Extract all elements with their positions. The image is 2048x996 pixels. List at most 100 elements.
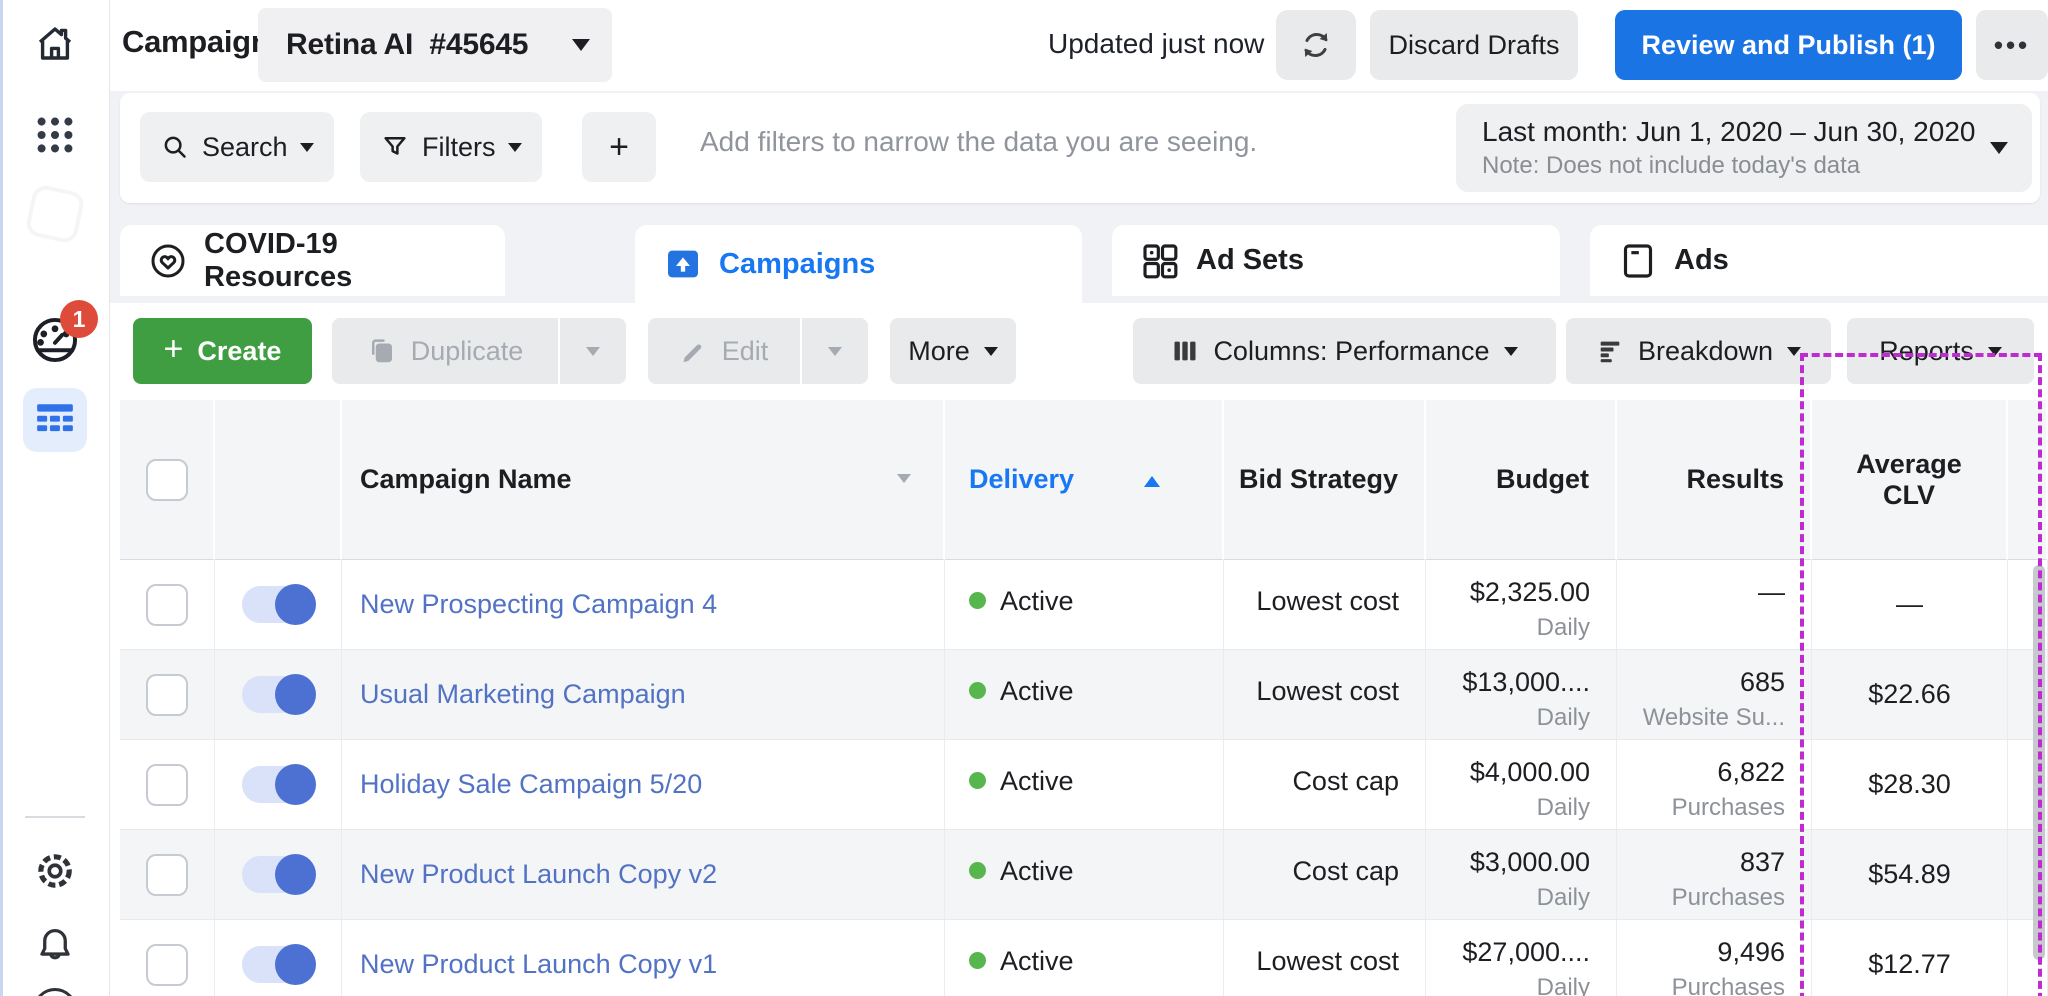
campaign-name-link[interactable]: Usual Marketing Campaign: [360, 679, 686, 710]
campaign-toggle[interactable]: [242, 766, 314, 803]
more-options-button[interactable]: •••: [1976, 10, 2048, 80]
bell-icon[interactable]: [0, 924, 110, 968]
refresh-button[interactable]: [1276, 10, 1356, 80]
campaign-name-link[interactable]: New Prospecting Campaign 4: [360, 589, 717, 620]
bid-strategy-cell: Cost cap: [1224, 830, 1426, 920]
refresh-icon: [1298, 27, 1334, 63]
apps-grid-icon[interactable]: [0, 112, 110, 158]
filter-placeholder[interactable]: Add filters to narrow the data you are s…: [700, 126, 1257, 158]
campaigns-panel: + Create Duplicate Edit More: [110, 303, 2048, 996]
budget-cell: $2,325.00Daily: [1426, 560, 1617, 650]
campaign-toggle[interactable]: [242, 946, 314, 983]
discard-drafts-button[interactable]: Discard Drafts: [1370, 10, 1578, 80]
reports-label: Reports: [1879, 336, 1974, 367]
campaign-name-link[interactable]: Holiday Sale Campaign 5/20: [360, 769, 702, 800]
toggle-knob: [275, 764, 316, 805]
duplicate-dropdown[interactable]: [560, 318, 626, 384]
row-checkbox[interactable]: [146, 584, 188, 626]
edit-button[interactable]: Edit: [648, 318, 800, 384]
table-row: Holiday Sale Campaign 5/20 Active Cost c…: [120, 740, 2048, 830]
review-publish-button[interactable]: Review and Publish (1): [1615, 10, 1962, 80]
date-range-selector[interactable]: Last month: Jun 1, 2020 – Jun 30, 2020 N…: [1456, 104, 2032, 192]
budget-cell: $3,000.00Daily: [1426, 830, 1617, 920]
tab-label: Ads: [1674, 244, 1729, 277]
notification-badge: 1: [60, 300, 98, 338]
home-icon[interactable]: [0, 20, 110, 68]
results-cell: 837Purchases: [1617, 830, 1812, 920]
reports-button[interactable]: Reports: [1847, 318, 2034, 384]
date-range-note: Note: Does not include today's data: [1482, 152, 1990, 180]
average-clv-cell: $12.77: [1812, 920, 2008, 996]
row-checkbox[interactable]: [146, 674, 188, 716]
row-checkbox[interactable]: [146, 854, 188, 896]
results-cell: 9,496Purchases: [1617, 920, 1812, 996]
chevron-down-icon: [572, 39, 590, 51]
add-filter-button[interactable]: +: [582, 112, 656, 182]
active-status-dot: [969, 772, 986, 789]
tab-ads[interactable]: Ads: [1590, 225, 2048, 296]
bid-strategy-cell: Lowest cost: [1224, 920, 1426, 996]
ad-sets-grid-icon: [1140, 241, 1180, 281]
filters-button[interactable]: Filters: [360, 112, 542, 182]
account-name: Retina AI #45645: [286, 28, 528, 62]
bid-strategy-cell: Lowest cost: [1224, 650, 1426, 740]
reporting-table-item-selected[interactable]: [23, 388, 87, 452]
help-icon-partial[interactable]: [33, 988, 77, 996]
chevron-down-icon: [828, 347, 842, 356]
chevron-down-icon: [508, 143, 522, 152]
breakdown-button[interactable]: Breakdown: [1566, 318, 1831, 384]
tab-ad-sets[interactable]: Ad Sets: [1112, 225, 1560, 296]
active-status-dot: [969, 862, 986, 879]
column-header-bid-strategy[interactable]: Bid Strategy: [1224, 400, 1426, 560]
toggle-knob: [275, 944, 316, 985]
budget-cell: $27,000....Daily: [1426, 920, 1617, 996]
campaign-toggle[interactable]: [242, 856, 314, 893]
column-header-delivery[interactable]: Delivery: [945, 400, 1224, 560]
columns-label: Columns: Performance: [1213, 336, 1489, 367]
ads-manager-app: 1 Campaigns: [0, 0, 2048, 996]
create-label: Create: [197, 336, 281, 367]
campaigns-folder-icon: [663, 244, 703, 284]
account-selector[interactable]: Retina AI #45645: [258, 8, 612, 82]
campaign-name-link[interactable]: New Product Launch Copy v2: [360, 859, 717, 890]
table-row: New Prospecting Campaign 4 Active Lowest…: [120, 560, 2048, 650]
tab-campaigns[interactable]: Campaigns: [635, 225, 1082, 303]
search-label: Search: [202, 132, 288, 163]
chevron-down-icon: [1990, 142, 2008, 154]
column-header-average-clv[interactable]: Average CLV: [1812, 400, 2008, 560]
column-header-campaign-name[interactable]: Campaign Name: [342, 400, 945, 560]
more-button[interactable]: More: [890, 318, 1016, 384]
vertical-scrollbar[interactable]: [2033, 565, 2045, 960]
tab-covid-resources[interactable]: COVID-19 Resources: [120, 225, 505, 296]
row-checkbox[interactable]: [146, 944, 188, 986]
left-nav-sidebar: 1: [0, 0, 110, 996]
edit-dropdown[interactable]: [802, 318, 868, 384]
sort-ascending-icon: [1144, 476, 1160, 487]
level-tabs: COVID-19 Resources Campaigns Ad Sets: [110, 225, 2048, 303]
select-all-checkbox[interactable]: [146, 459, 188, 501]
more-label: More: [908, 336, 970, 367]
hidden-faded-icon[interactable]: [0, 188, 110, 240]
delivery-status: Active: [1000, 856, 1074, 887]
columns-button[interactable]: Columns: Performance: [1133, 318, 1556, 384]
results-cell: 6,822Purchases: [1617, 740, 1812, 830]
campaign-toggle[interactable]: [242, 676, 314, 713]
chevron-down-icon: [586, 347, 600, 356]
duplicate-button[interactable]: Duplicate: [332, 318, 558, 384]
average-clv-cell: —: [1812, 560, 2008, 650]
search-button[interactable]: Search: [140, 112, 334, 182]
toggle-knob: [275, 674, 316, 715]
campaign-name-link[interactable]: New Product Launch Copy v1: [360, 949, 717, 980]
column-header-results[interactable]: Results: [1617, 400, 1812, 560]
row-checkbox[interactable]: [146, 764, 188, 806]
filters-label: Filters: [422, 132, 496, 163]
gear-icon[interactable]: [0, 848, 110, 894]
bid-strategy-cell: Lowest cost: [1224, 560, 1426, 650]
campaigns-table: Campaign Name Delivery Bid Strategy Budg…: [120, 400, 2048, 996]
breakdown-icon: [1596, 337, 1624, 365]
campaign-toggle[interactable]: [242, 586, 314, 623]
chevron-down-icon: [300, 143, 314, 152]
table-row: New Product Launch Copy v1 Active Lowest…: [120, 920, 2048, 996]
create-button[interactable]: + Create: [133, 318, 312, 384]
column-header-budget[interactable]: Budget: [1426, 400, 1617, 560]
